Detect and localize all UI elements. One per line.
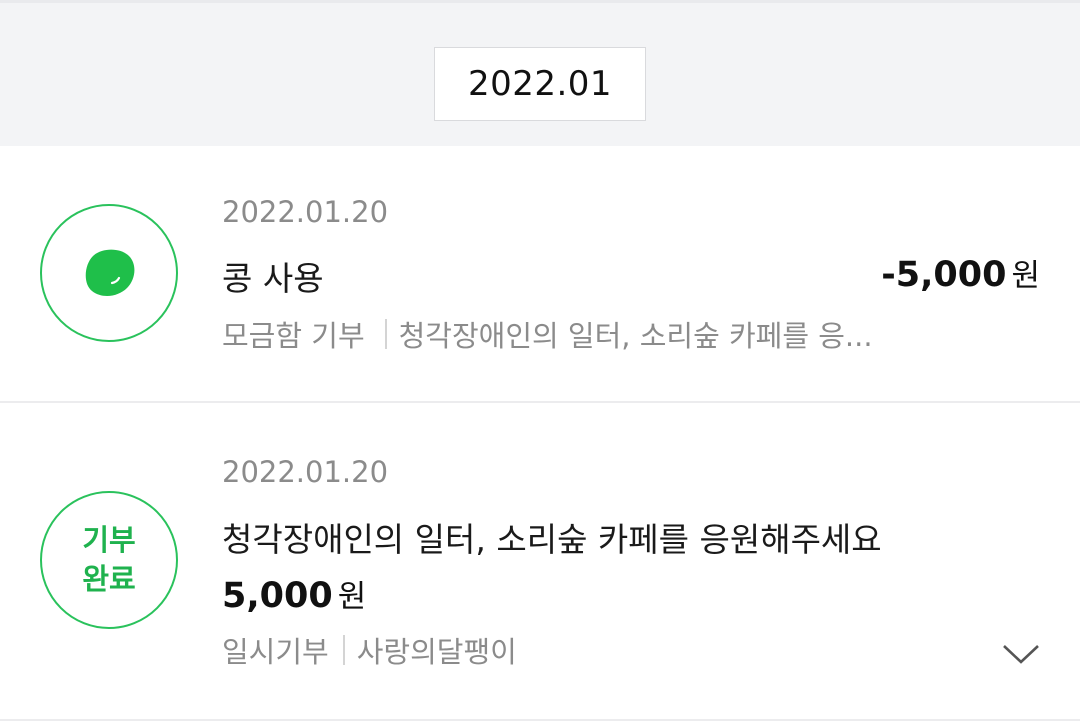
bean-icon — [85, 249, 135, 297]
transaction-title: 콩 사용 — [222, 259, 324, 298]
meta-divider — [384, 319, 387, 349]
transaction-item[interactable]: 2022.01.20 콩 사용 -5,000 원 모금함 기부 청각장애인의 일터… — [0, 146, 1080, 403]
donation-complete-badge: 기부 완료 — [40, 491, 178, 629]
amount-unit: 원 — [1011, 258, 1040, 294]
meta-divider — [342, 635, 345, 665]
transaction-icon-circle — [40, 204, 178, 342]
month-header: 2022.01 — [0, 0, 1080, 146]
amount-value: -5,000 — [881, 255, 1007, 295]
badge-line-1: 기부 — [82, 523, 136, 557]
amount-value: 5,000 — [222, 576, 333, 616]
transaction-item[interactable]: 기부 완료 2022.01.20 청각장애인의 일터, 소리숲 카페를 응원해주… — [0, 405, 1080, 721]
transaction-category: 모금함 기부 — [222, 319, 365, 353]
amount-unit: 원 — [337, 579, 367, 615]
badge-line-2: 완료 — [82, 562, 136, 596]
transaction-category: 일시기부 — [222, 635, 329, 669]
transaction-amount: -5,000 원 — [881, 250, 1040, 295]
transaction-date: 2022.01.20 — [222, 455, 389, 489]
transaction-amount: 5,000 원 — [222, 571, 366, 616]
transaction-organization: 사랑의달팽이 — [356, 635, 517, 669]
month-selector[interactable]: 2022.01 — [434, 47, 646, 121]
transaction-meta: 모금함 기부 청각장애인의 일터, 소리숲 카페를 응... — [222, 313, 873, 355]
transaction-description: 청각장애인의 일터, 소리숲 카페를 응... — [398, 319, 873, 353]
chevron-down-icon[interactable] — [1002, 643, 1040, 665]
transaction-meta: 일시기부 사랑의달팽이 — [222, 629, 517, 671]
transaction-title: 청각장애인의 일터, 소리숲 카페를 응원해주세요 — [222, 520, 882, 559]
transaction-date: 2022.01.20 — [222, 195, 389, 229]
